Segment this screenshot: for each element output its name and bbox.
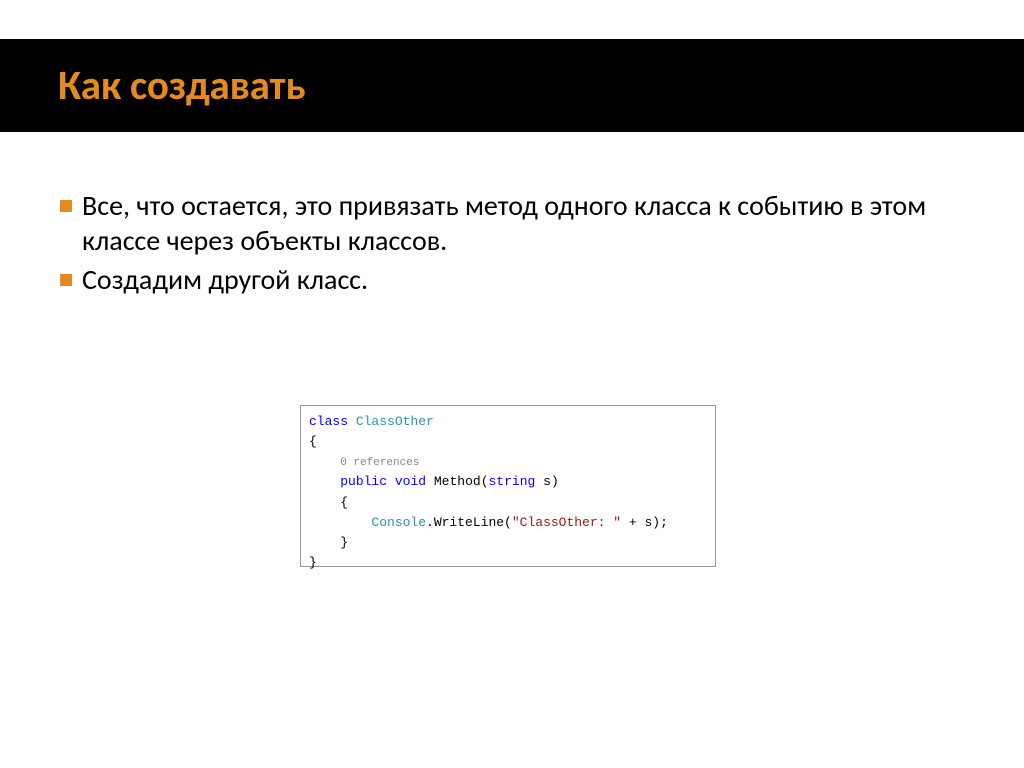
slide-title: Как создавать (58, 61, 305, 111)
header-divider (22, 137, 1002, 140)
code-snippet: class ClassOther { 0 references public vo… (300, 405, 716, 567)
code-keyword: void (395, 474, 426, 489)
code-brace: { (309, 493, 707, 513)
code-references: 0 references (340, 457, 419, 469)
code-keyword: class (309, 414, 348, 429)
code-brace: } (309, 553, 707, 573)
code-method: Method (434, 474, 481, 489)
body-content: Все, что остается, это привязать метод о… (60, 188, 964, 297)
header-band: Как создавать (0, 39, 1024, 132)
code-brace: } (309, 533, 707, 553)
code-call: .WriteLine( (426, 515, 512, 530)
bullet-marker-icon (60, 274, 72, 286)
code-keyword: public (340, 474, 387, 489)
code-classname: Console (371, 515, 426, 530)
code-tail: + s); (621, 515, 668, 530)
code-classname: ClassOther (356, 414, 434, 429)
bullet-marker-icon (60, 200, 72, 212)
code-param: s (543, 474, 551, 489)
bullet-item: Создадим другой класс. (60, 262, 964, 297)
code-brace: { (309, 432, 707, 452)
code-string: "ClassOther: " (512, 515, 621, 530)
bullet-text: Все, что остается, это привязать метод о… (82, 188, 964, 258)
code-keyword: string (489, 474, 536, 489)
slide: Как создавать Все, что остается, это при… (0, 0, 1024, 768)
bullet-item: Все, что остается, это привязать метод о… (60, 188, 964, 258)
bullet-text: Создадим другой класс. (82, 262, 964, 297)
